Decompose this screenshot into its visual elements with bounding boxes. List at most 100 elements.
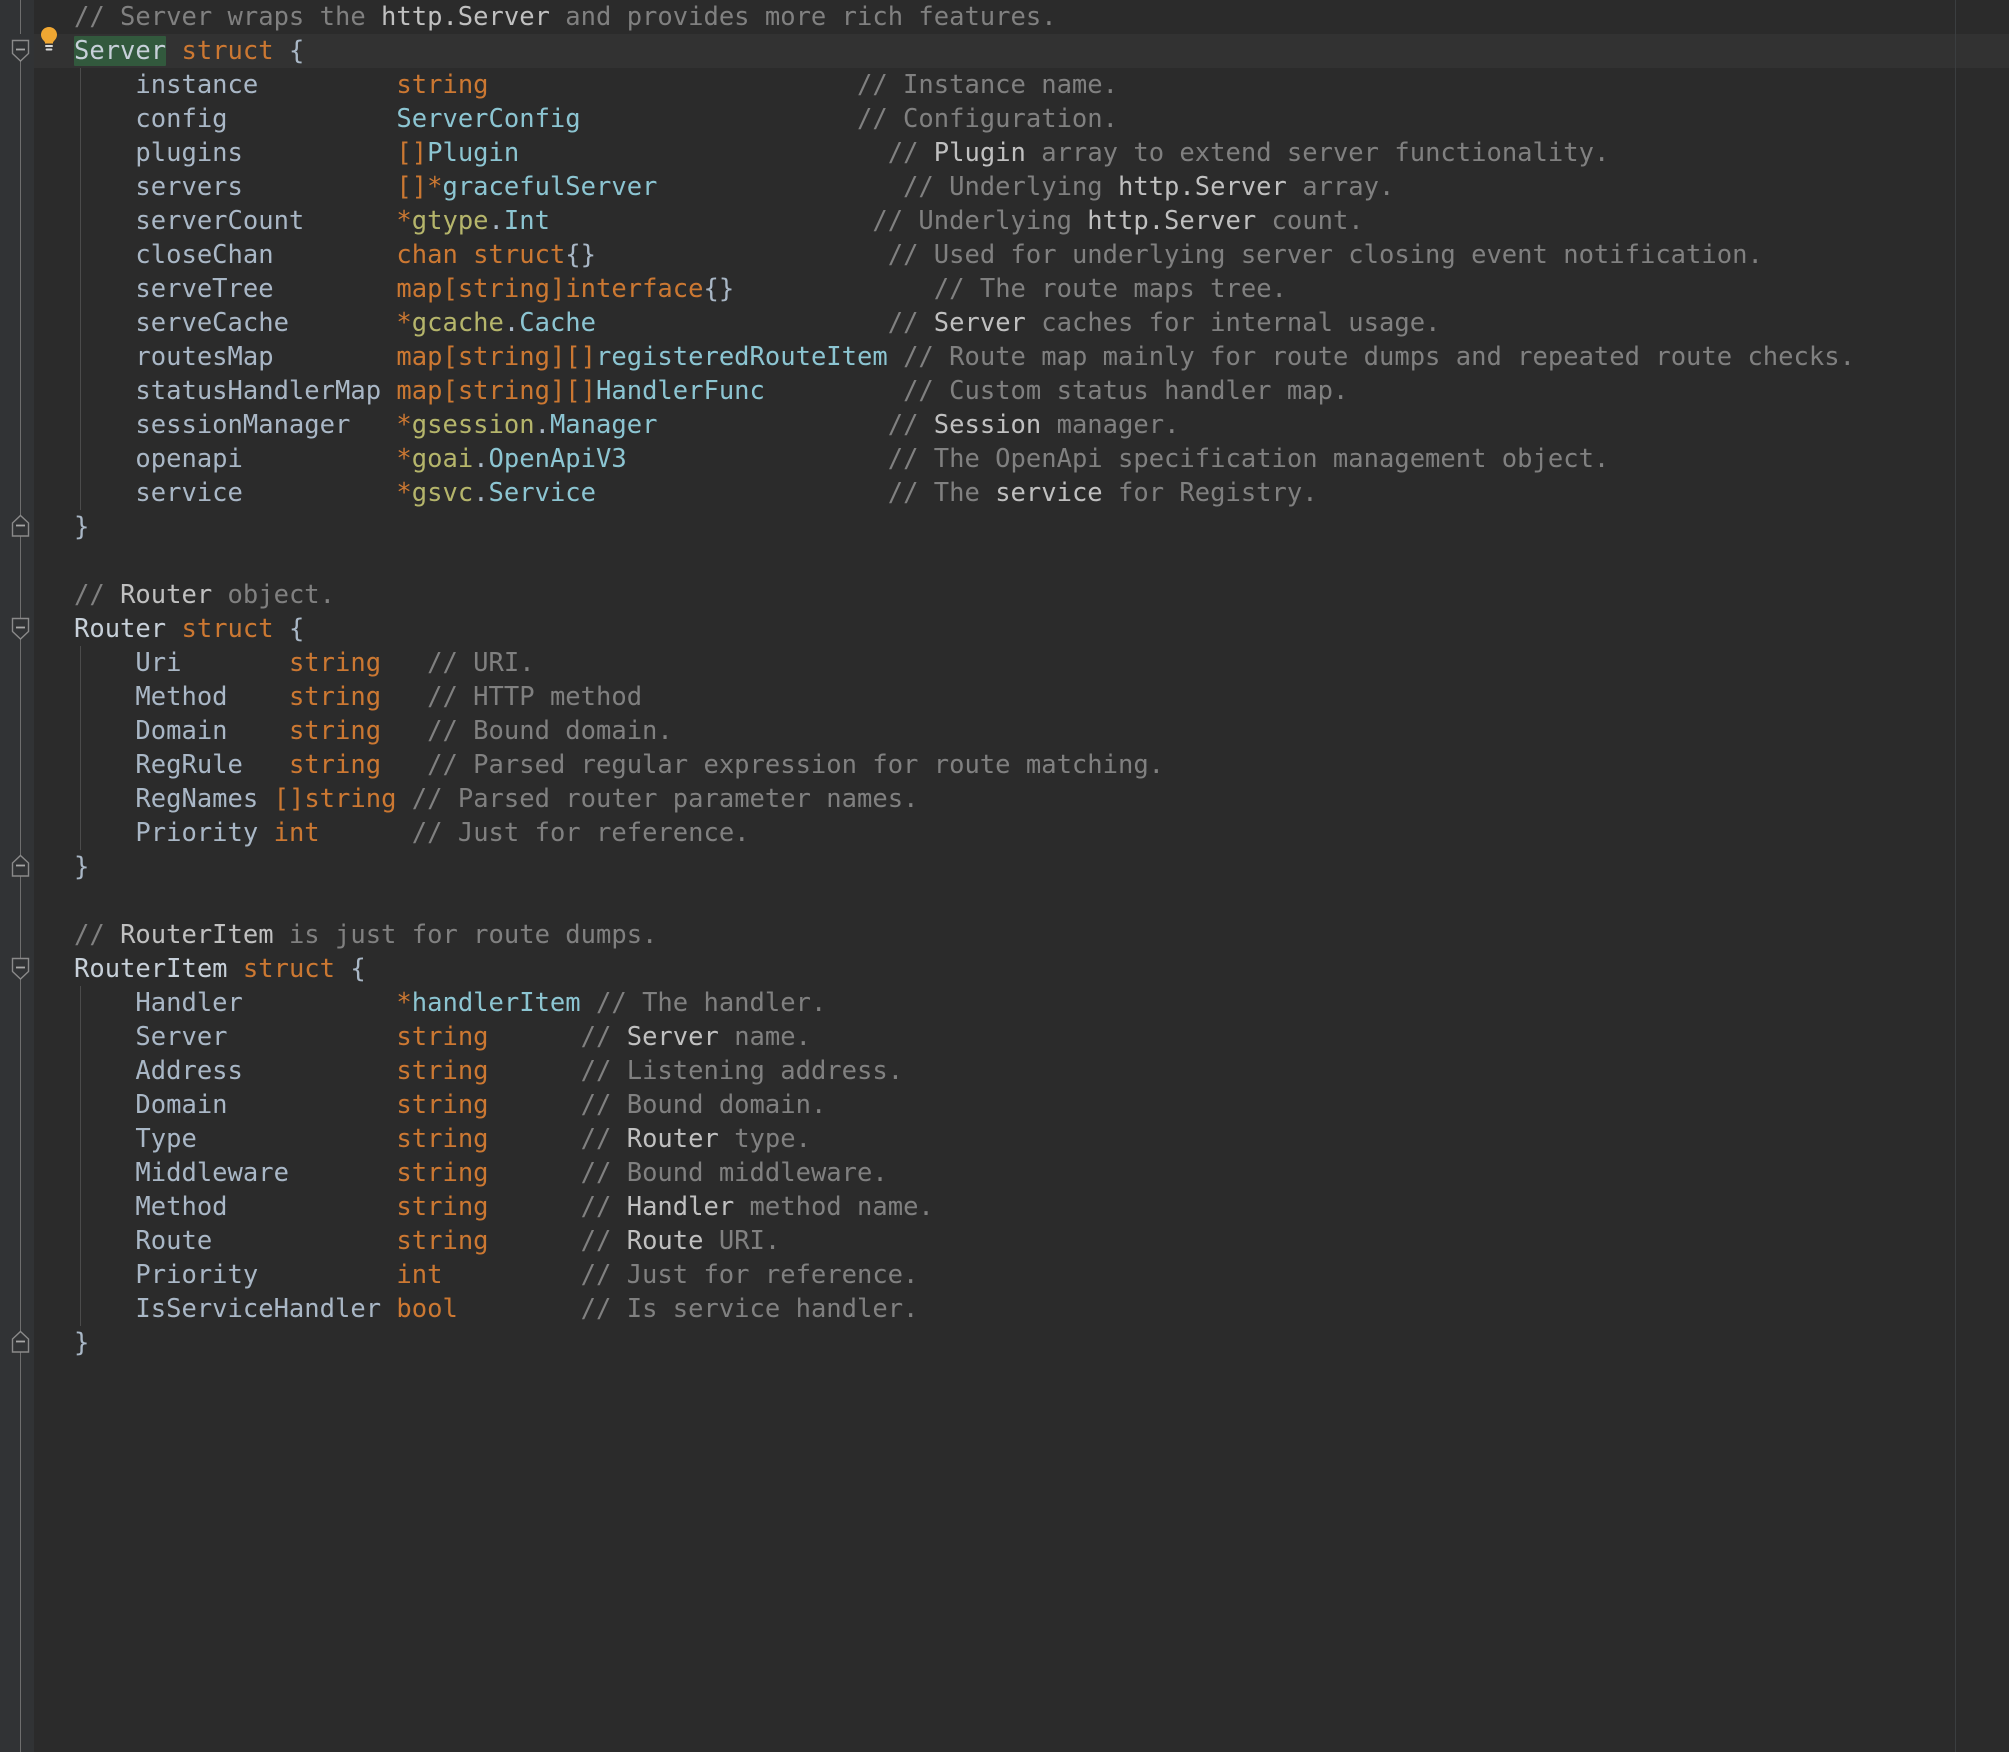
- code-line[interactable]: }: [74, 510, 89, 544]
- code-token: ]: [550, 274, 565, 304]
- fold-rail: [20, 0, 21, 34]
- code-token: {: [335, 954, 366, 984]
- code-token: gracefulServer: [442, 172, 657, 202]
- code-token: name.: [719, 1022, 811, 1052]
- code-line[interactable]: // RouterItem is just for route dumps.: [74, 918, 657, 952]
- fold-end-marker[interactable]: [10, 854, 31, 880]
- code-line[interactable]: Domain string // Bound domain.: [74, 1088, 826, 1122]
- code-token: string: [289, 750, 381, 780]
- code-token: Method: [74, 1192, 396, 1222]
- code-line[interactable]: Uri string // URI.: [74, 646, 535, 680]
- indent-guide: [80, 646, 81, 850]
- code-token: // Custom status handler map.: [903, 376, 1348, 406]
- lightbulb-icon[interactable]: [36, 25, 62, 53]
- code-line[interactable]: routesMap map[string][]registeredRouteIt…: [74, 340, 1855, 374]
- code-token: string: [396, 1226, 488, 1256]
- code-line[interactable]: statusHandlerMap map[string][]HandlerFun…: [74, 374, 1348, 408]
- code-token: [489, 1090, 581, 1120]
- code-line[interactable]: Handler *handlerItem // The handler.: [74, 986, 826, 1020]
- fold-start-marker[interactable]: [10, 616, 31, 642]
- code-line[interactable]: Address string // Listening address.: [74, 1054, 903, 1088]
- code-line[interactable]: }: [74, 850, 89, 884]
- code-token: // The route maps tree.: [934, 274, 1287, 304]
- code-line[interactable]: }: [74, 1326, 89, 1360]
- code-line[interactable]: RegNames []string // Parsed router param…: [74, 782, 918, 816]
- code-token: caches for internal usage.: [1026, 308, 1441, 338]
- code-token: // Server wraps the: [74, 2, 381, 32]
- code-token: map: [396, 376, 442, 406]
- code-line[interactable]: Type string // Router type.: [74, 1122, 811, 1156]
- code-line[interactable]: Route string // Route URI.: [74, 1224, 780, 1258]
- code-line[interactable]: Method string // Handler method name.: [74, 1190, 934, 1224]
- code-token: Router: [627, 1124, 719, 1154]
- code-token: ServerConfig: [396, 104, 580, 134]
- code-token: // The OpenApi specification management …: [888, 444, 1610, 474]
- fold-start-marker[interactable]: [10, 956, 31, 982]
- code-token: instance: [74, 70, 396, 100]
- code-token: // Bound domain.: [581, 1090, 827, 1120]
- code-line[interactable]: openapi *goai.OpenApiV3 // The OpenApi s…: [74, 442, 1609, 476]
- code-line[interactable]: serverCount *gtype.Int // Underlying htt…: [74, 204, 1364, 238]
- code-token: [458, 1294, 581, 1324]
- code-token: bool: [396, 1294, 457, 1324]
- code-line[interactable]: instance string // Instance name.: [74, 68, 1118, 102]
- code-token: [734, 274, 934, 304]
- code-token: [442, 1260, 580, 1290]
- code-token: // URI.: [427, 648, 534, 678]
- code-line[interactable]: sessionManager *gsession.Manager // Sess…: [74, 408, 1179, 442]
- code-line[interactable]: config ServerConfig // Configuration.: [74, 102, 1118, 136]
- fold-rail: [20, 60, 21, 524]
- fold-start-marker[interactable]: [10, 38, 31, 64]
- code-line[interactable]: Method string // HTTP method: [74, 680, 642, 714]
- code-token: .: [489, 206, 504, 236]
- code-token: //: [581, 1124, 627, 1154]
- code-token: // Parsed regular expression for route m…: [427, 750, 1164, 780]
- code-line[interactable]: Domain string // Bound domain.: [74, 714, 673, 748]
- code-line[interactable]: // Server wraps the http.Server and prov…: [74, 0, 1057, 34]
- fold-end-marker[interactable]: [10, 514, 31, 540]
- code-line[interactable]: plugins []Plugin // Plugin array to exte…: [74, 136, 1609, 170]
- code-token: *: [396, 444, 411, 474]
- fold-end-marker[interactable]: [10, 1330, 31, 1356]
- code-token: [: [442, 376, 457, 406]
- code-token: [381, 648, 427, 678]
- code-token: [596, 478, 888, 508]
- code-token: RouterItem: [74, 954, 228, 984]
- code-line[interactable]: Priority int // Just for reference.: [74, 816, 750, 850]
- code-token: [166, 36, 181, 66]
- code-line[interactable]: Middleware string // Bound middleware.: [74, 1156, 888, 1190]
- code-line[interactable]: Router struct {: [74, 612, 304, 646]
- code-line[interactable]: Priority int // Just for reference.: [74, 1258, 918, 1292]
- code-token: statusHandlerMap: [74, 376, 396, 406]
- code-line[interactable]: Server struct {: [74, 34, 304, 68]
- code-token: .: [473, 478, 488, 508]
- code-token: {: [274, 36, 305, 66]
- code-line[interactable]: IsServiceHandler bool // Is service hand…: [74, 1292, 918, 1326]
- code-token: manager.: [1041, 410, 1179, 440]
- code-token: [657, 410, 887, 440]
- code-token: Domain: [74, 716, 289, 746]
- code-line[interactable]: RouterItem struct {: [74, 952, 366, 986]
- code-editor[interactable]: // Server wraps the http.Server and prov…: [0, 0, 2009, 1752]
- code-text-layer[interactable]: // Server wraps the http.Server and prov…: [0, 0, 2009, 1752]
- code-token: is just for route dumps.: [274, 920, 658, 950]
- code-line[interactable]: // Router object.: [74, 578, 335, 612]
- code-token: Router: [74, 614, 166, 644]
- code-token: []: [274, 784, 305, 814]
- code-token: //: [581, 1022, 627, 1052]
- code-line[interactable]: service *gsvc.Service // The service for…: [74, 476, 1318, 510]
- code-token: interface: [565, 274, 703, 304]
- code-line[interactable]: closeChan chan struct{} // Used for unde…: [74, 238, 1763, 272]
- code-token: map: [396, 274, 442, 304]
- code-line[interactable]: serveTree map[string]interface{} // The …: [74, 272, 1287, 306]
- code-line[interactable]: serveCache *gcache.Cache // Server cache…: [74, 306, 1440, 340]
- code-token: //: [888, 308, 934, 338]
- code-token: Handler: [627, 1192, 734, 1222]
- code-token: [489, 1226, 581, 1256]
- code-token: RouterItem: [120, 920, 274, 950]
- code-line[interactable]: servers []*gracefulServer // Underlying …: [74, 170, 1394, 204]
- code-line[interactable]: Server string // Server name.: [74, 1020, 811, 1054]
- code-token: closeChan: [74, 240, 396, 270]
- code-line[interactable]: RegRule string // Parsed regular express…: [74, 748, 1164, 782]
- code-token: string: [396, 1022, 488, 1052]
